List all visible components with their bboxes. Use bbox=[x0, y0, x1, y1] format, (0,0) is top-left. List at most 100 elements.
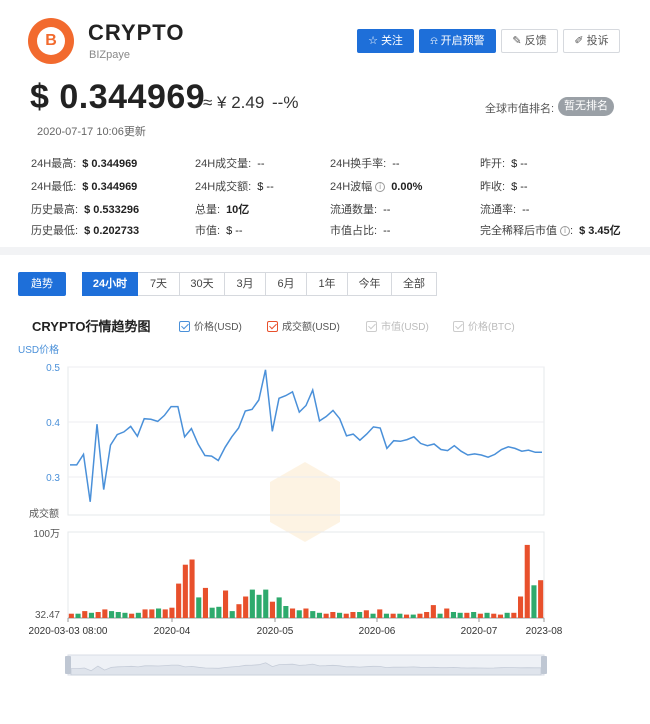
stat-value: -- bbox=[522, 204, 530, 216]
volume-bar bbox=[363, 610, 369, 618]
volume-bar bbox=[176, 583, 182, 618]
volume-bar bbox=[283, 606, 289, 618]
volume-bar bbox=[444, 608, 450, 618]
volume-bar bbox=[169, 607, 175, 618]
stat-label: 历史最高: bbox=[31, 204, 79, 216]
stat-item: 历史最低: $ 0.202733 bbox=[31, 222, 139, 238]
volume-bar bbox=[404, 614, 410, 618]
feedback-button[interactable]: ✎ 反馈 bbox=[501, 29, 558, 53]
stat-label: 总量: bbox=[195, 204, 221, 216]
volume-bar bbox=[303, 608, 309, 618]
volume-bar bbox=[377, 609, 383, 618]
volume-bar bbox=[243, 596, 249, 618]
stat-item: 总量: 10亿 bbox=[195, 201, 249, 217]
volume-bar bbox=[430, 605, 436, 618]
stat-value: -- bbox=[383, 225, 391, 237]
volume-bar bbox=[343, 613, 349, 618]
stat-item: 市值: $ -- bbox=[195, 222, 243, 238]
current-price: $ 0.344969 bbox=[30, 78, 206, 116]
volume-bar bbox=[109, 611, 115, 618]
stat-label: 历史最低: bbox=[31, 225, 79, 237]
follow-button[interactable]: ☆ 关注 bbox=[357, 29, 414, 53]
volume-bar bbox=[370, 613, 376, 618]
volume-bar bbox=[397, 613, 403, 618]
volume-bar bbox=[88, 612, 94, 618]
stat-label: 市值占比: bbox=[330, 225, 378, 237]
volume-bar bbox=[269, 601, 275, 618]
stat-value: $ 0.202733 bbox=[84, 225, 140, 237]
price-axis-label: USD价格 bbox=[18, 343, 59, 356]
volume-bar bbox=[511, 612, 517, 618]
stat-item: 24H波幅 i 0.00% bbox=[330, 178, 422, 194]
coin-subtitle: BIZpaye bbox=[89, 49, 130, 61]
stat-value: -- bbox=[392, 158, 400, 170]
volume-bar bbox=[216, 606, 222, 618]
info-icon[interactable]: i bbox=[375, 182, 386, 192]
update-time: 2020-07-17 10:06更新 bbox=[37, 126, 146, 138]
rank-label: 全球市值排名: bbox=[485, 103, 555, 115]
volume-bar bbox=[196, 597, 202, 618]
volume-bar bbox=[524, 544, 530, 618]
stat-value: -- bbox=[383, 204, 391, 216]
volume-bar bbox=[182, 564, 188, 618]
stat-item: 24H最高: $ 0.344969 bbox=[31, 155, 137, 171]
coin-logo-letter: B bbox=[45, 32, 57, 49]
x-tick-label: 2020-07 bbox=[461, 626, 498, 637]
volume-tick-label: 100万 bbox=[33, 529, 60, 540]
volume-bar bbox=[296, 610, 302, 618]
volume-axis-label: 成交额 bbox=[29, 507, 59, 520]
volume-bar bbox=[464, 612, 470, 618]
volume-bar bbox=[95, 612, 101, 618]
coin-summary-card: B CRYPTO BIZpaye ☆ 关注 ⍾ 开启预警 ✎ 反馈 ✐ 投诉 $ 0.3… bbox=[0, 0, 650, 247]
chart-card: 趋势 24小时 7天 30天 3月 6月 1年 今年 全部 CRYPTO行情趋势图 价格(US… bbox=[0, 255, 650, 724]
star-icon: ☆ bbox=[368, 35, 378, 47]
volume-bar bbox=[276, 597, 282, 618]
stat-label: 24H成交量: bbox=[195, 158, 252, 170]
x-tick-label: 2020-04 bbox=[154, 626, 191, 637]
stat-value: $ -- bbox=[511, 158, 528, 170]
slider-right-handle[interactable] bbox=[541, 656, 547, 674]
volume-bar bbox=[410, 614, 416, 618]
volume-bar bbox=[162, 609, 168, 618]
stat-label: 24H成交额: bbox=[195, 181, 252, 193]
slider-left-handle[interactable] bbox=[65, 656, 71, 674]
volume-bar bbox=[68, 613, 74, 618]
price-tick-label: 0.5 bbox=[46, 363, 60, 374]
stat-item: 流通率: -- bbox=[480, 201, 529, 217]
volume-bar bbox=[236, 604, 242, 618]
price-cny: ≈ ¥ 2.49 bbox=[203, 93, 265, 112]
trend-chart[interactable]: 0.5 0.4 0.3 USD价格成交额 100万 32.47 2020-03-03 08:… bbox=[0, 255, 650, 724]
edit-icon: ✎ bbox=[512, 35, 522, 47]
volume-bar bbox=[337, 612, 343, 618]
x-tick-label: 2020-03-03 08:00 bbox=[29, 626, 108, 637]
stat-item: 24H最低: $ 0.344969 bbox=[31, 178, 137, 194]
rank-badge: 暂无排名 bbox=[558, 97, 614, 116]
volume-bar bbox=[437, 613, 443, 618]
volume-bar bbox=[531, 585, 537, 618]
stat-item: 24H成交量: -- bbox=[195, 155, 265, 171]
volume-bar bbox=[417, 613, 423, 618]
stat-item: 24H换手率: -- bbox=[330, 155, 400, 171]
alert-button[interactable]: ⍾ 开启预警 bbox=[419, 29, 496, 53]
volume-bar bbox=[229, 611, 235, 618]
stat-item: 24H成交额: $ -- bbox=[195, 178, 274, 194]
coin-name: CRYPTO bbox=[88, 20, 185, 45]
coin-logo: B bbox=[28, 18, 74, 64]
zoom-slider[interactable] bbox=[65, 654, 547, 676]
volume-bar bbox=[477, 613, 483, 618]
volume-bar bbox=[450, 612, 456, 618]
volume-bar bbox=[484, 612, 490, 618]
volume-bar bbox=[122, 612, 128, 618]
volume-bar bbox=[518, 596, 524, 618]
volume-bar bbox=[504, 612, 510, 618]
stat-item: 完全稀释后市值 i: $ 3.45亿 bbox=[480, 225, 621, 237]
stat-label: 24H最低: bbox=[31, 181, 77, 193]
info-icon[interactable]: i bbox=[560, 226, 570, 236]
volume-bar bbox=[323, 613, 329, 618]
complain-button[interactable]: ✐ 投诉 bbox=[563, 29, 620, 53]
stat-value: $ 0.344969 bbox=[82, 181, 138, 193]
volume-bar bbox=[350, 612, 356, 618]
stat-value: $ 0.344969 bbox=[82, 158, 138, 170]
volume-bar bbox=[202, 587, 208, 618]
volume-bar bbox=[383, 613, 389, 618]
